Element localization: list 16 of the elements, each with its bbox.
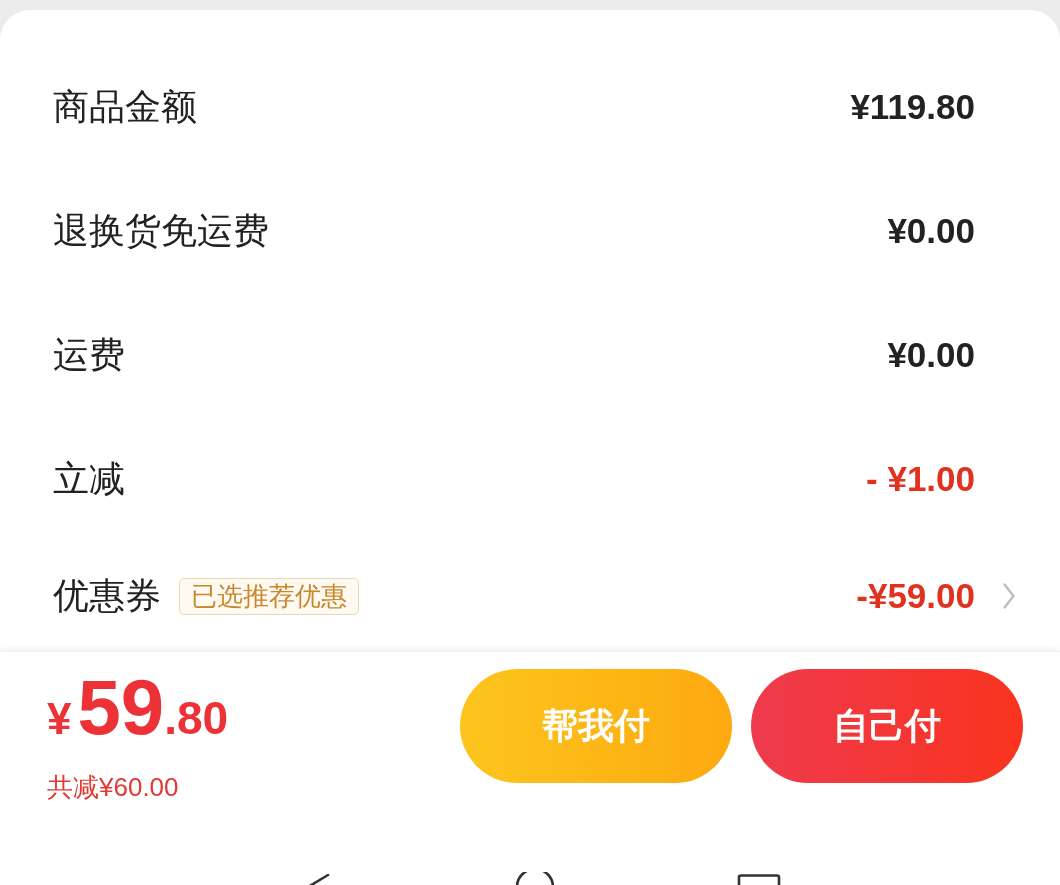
row-label: 立减 bbox=[53, 457, 125, 501]
recents-icon[interactable] bbox=[737, 874, 781, 885]
row-label: 运费 bbox=[53, 333, 125, 377]
amount-value: ¥119.80 bbox=[850, 86, 975, 128]
home-icon[interactable] bbox=[513, 872, 557, 885]
saving-text: 共减¥60.00 bbox=[47, 771, 179, 803]
row-label: 优惠券 bbox=[53, 574, 161, 618]
row-label: 商品金额 bbox=[53, 85, 197, 129]
self-pay-button[interactable]: 自己付 bbox=[751, 669, 1023, 783]
amount-value: -¥59.00 bbox=[856, 575, 975, 617]
total-price: ¥59.80 bbox=[47, 669, 229, 753]
amount-value: - ¥1.00 bbox=[866, 458, 975, 500]
amount-value: ¥0.00 bbox=[887, 334, 975, 376]
row-label: 退换货免运费 bbox=[53, 209, 269, 253]
amount-value: ¥0.00 bbox=[887, 210, 975, 252]
recommended-tag: 已选推荐优惠 bbox=[179, 577, 359, 615]
